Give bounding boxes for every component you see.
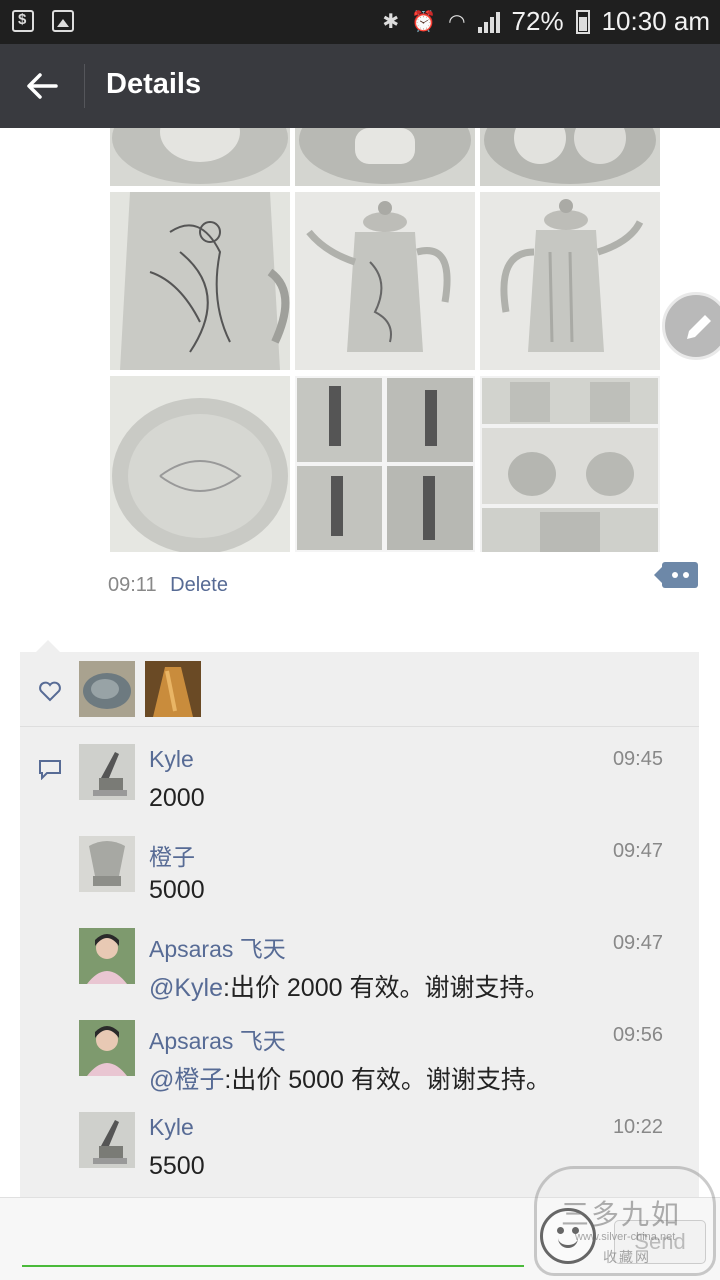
engraved-pot-closeup[interactable] <box>110 192 290 370</box>
clock: 10:30 am <box>601 6 710 36</box>
comment-item[interactable]: Apsaras 飞天 09:56 @橙子:出价 5000 有效。谢谢支持。 <box>20 1020 699 1110</box>
comment-time: 09:47 <box>612 932 663 954</box>
comment-input[interactable] <box>22 1265 524 1267</box>
post-meta: 09:11 Delete <box>108 574 228 597</box>
post-image-grid <box>110 128 660 552</box>
comment-body: :出价 2000 有效。谢谢支持。 <box>223 974 550 1002</box>
mention-link[interactable]: @Kyle <box>149 974 223 1002</box>
comment-item[interactable]: 橙子 09:47 5000 <box>20 836 699 926</box>
comment-author[interactable]: Kyle <box>149 1114 194 1141</box>
comment-time: 09:56 <box>612 1024 663 1046</box>
engraved-coffee-pot[interactable] <box>295 192 475 370</box>
engraved-tray[interactable] <box>110 376 290 552</box>
hallmarks-collage[interactable] <box>295 376 475 552</box>
comment-author[interactable]: 橙子 <box>149 838 195 872</box>
signal-icon <box>477 11 500 33</box>
silver-tray-top-left[interactable] <box>110 128 290 186</box>
silver-pot-top-right[interactable] <box>480 128 660 186</box>
bluetooth-icon: ✱ <box>382 11 400 33</box>
comment-author[interactable]: Kyle <box>149 746 194 773</box>
comment-text: 5000 <box>149 876 205 905</box>
wifi-icon: ◠ <box>448 11 466 33</box>
more-dot <box>683 572 689 578</box>
emoji-icon <box>558 1236 578 1248</box>
arrow-left-icon <box>27 73 58 99</box>
tea-set-collage[interactable] <box>480 376 660 552</box>
likes-comments-panel: Kyle 09:45 2000 橙子 09:47 5000 Apsaras 飞天… <box>20 652 699 1197</box>
money-icon <box>12 10 34 32</box>
comment-item[interactable]: Apsaras 飞天 09:47 @Kyle:出价 2000 有效。谢谢支持。 <box>20 928 699 1018</box>
panel-notch <box>36 640 60 652</box>
comment-item[interactable]: Kyle 10:22 5500 <box>20 1112 699 1202</box>
comment-text: 5500 <box>149 1152 205 1181</box>
send-button[interactable]: Send <box>614 1220 706 1264</box>
edit-button[interactable] <box>662 292 720 360</box>
pencil-icon <box>687 315 711 339</box>
battery-percent: 72% <box>511 6 564 36</box>
comment-text: 2000 <box>149 784 205 813</box>
more-button[interactable] <box>654 562 698 588</box>
app-bar: Details <box>0 44 720 128</box>
comment-body: :出价 5000 有效。谢谢支持。 <box>224 1066 551 1094</box>
page-title: Details <box>106 68 202 100</box>
coffee-pot-side[interactable] <box>480 192 660 370</box>
comment-body: 2000 <box>149 784 205 812</box>
back-button[interactable] <box>22 66 62 106</box>
likes-row <box>20 652 699 727</box>
heart-icon <box>39 681 61 702</box>
comment-body: 5500 <box>149 1152 205 1180</box>
liker-avatar-2[interactable] <box>145 661 201 717</box>
comment-text: @橙子:出价 5000 有效。谢谢支持。 <box>149 1060 551 1096</box>
battery-icon <box>575 9 590 34</box>
comment-input-bar <box>0 1197 720 1280</box>
mention-link[interactable]: @橙子 <box>149 1066 224 1094</box>
comment-time: 09:47 <box>612 840 663 862</box>
comment-item[interactable]: Kyle 09:45 2000 <box>20 744 699 834</box>
alarm-icon: ⏰ <box>411 11 437 33</box>
comment-author[interactable]: Apsaras 飞天 <box>149 930 286 964</box>
liker-avatar-1[interactable] <box>79 661 135 717</box>
avatar[interactable] <box>79 1112 135 1168</box>
comment-time: 10:22 <box>612 1116 663 1138</box>
more-dots-icon <box>672 572 678 578</box>
comment-body: 5000 <box>149 876 205 904</box>
avatar[interactable] <box>79 928 135 984</box>
comment-text: @Kyle:出价 2000 有效。谢谢支持。 <box>149 968 549 1004</box>
app-bar-divider <box>84 64 85 108</box>
status-bar: ✱ ⏰ ◠ 72% 10:30 am <box>0 0 720 44</box>
emoji-button[interactable] <box>540 1208 596 1264</box>
avatar[interactable] <box>79 744 135 800</box>
avatar[interactable] <box>79 1020 135 1076</box>
image-icon <box>52 10 74 32</box>
avatar[interactable] <box>79 836 135 892</box>
comment-time: 09:45 <box>612 748 663 770</box>
post-time: 09:11 <box>108 574 157 596</box>
silver-pot-top-middle[interactable] <box>295 128 475 186</box>
comment-author[interactable]: Apsaras 飞天 <box>149 1022 286 1056</box>
delete-link[interactable]: Delete <box>170 574 228 596</box>
